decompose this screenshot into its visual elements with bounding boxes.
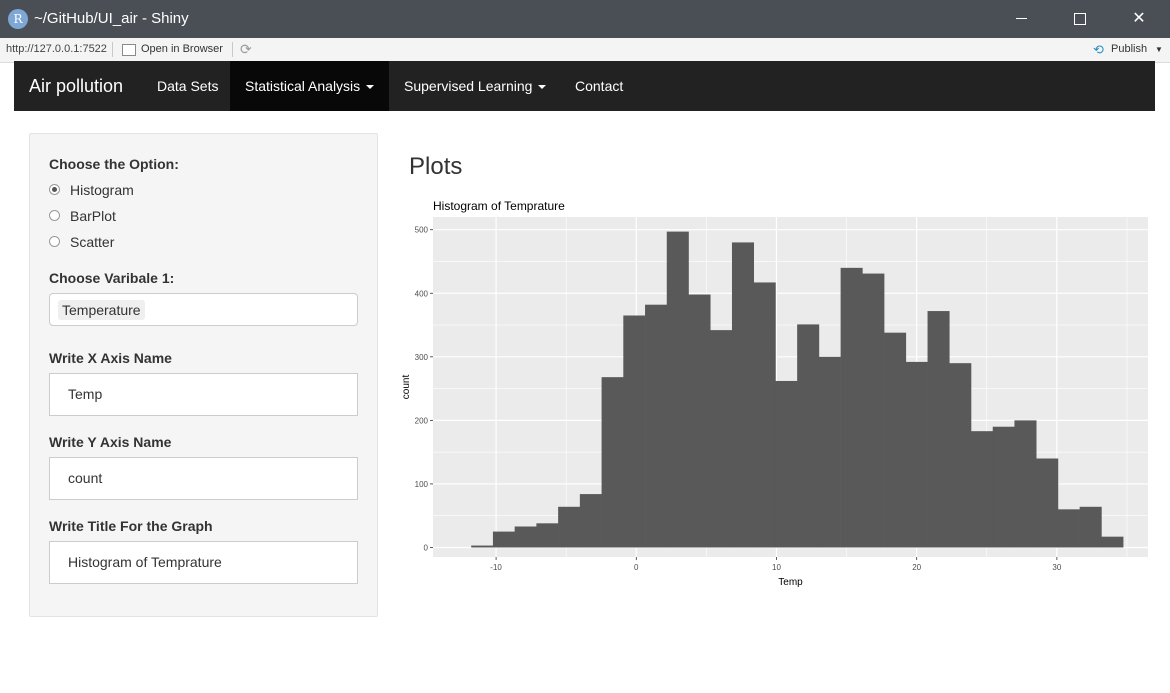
url-display: http://127.0.0.1:7522 (6, 43, 107, 55)
histogram-bar (1079, 506, 1102, 548)
nav-label: Statistical Analysis (245, 78, 361, 94)
histogram-bar (514, 526, 537, 548)
navbar: Air pollution Data Sets Statistical Anal… (14, 61, 1155, 111)
xaxis-name-input[interactable]: Temp (49, 373, 358, 416)
radio-label: Histogram (70, 182, 134, 198)
xaxis-label: Write X Axis Name (49, 350, 172, 366)
chart-x-axis-label: Temp (778, 577, 803, 588)
variable-label: Choose Varibale 1: (49, 270, 175, 286)
y-tick-label: 500 (415, 226, 429, 235)
nav-label: Data Sets (157, 78, 219, 94)
toolbar-divider (112, 42, 113, 57)
chart-title: Histogram of Temprature (433, 199, 565, 213)
histogram-bar (1014, 420, 1037, 548)
y-tick-label: 400 (415, 289, 429, 298)
histogram-bar (797, 324, 820, 548)
x-tick-label: -10 (490, 563, 502, 572)
dropdown-caret-icon (366, 85, 375, 90)
plots-heading: Plots (409, 153, 463, 180)
y-tick-label: 100 (415, 480, 429, 489)
y-tick-label: 0 (424, 543, 429, 552)
minimize-icon (1016, 18, 1027, 19)
histogram-bar (688, 294, 711, 548)
navbar-brand[interactable]: Air pollution (29, 76, 123, 97)
radio-checked-icon[interactable] (49, 184, 60, 195)
maximize-button[interactable] (1051, 0, 1109, 38)
histogram-bar (710, 330, 733, 548)
chart-y-axis-label: count (401, 375, 412, 400)
histogram-bar (753, 282, 776, 548)
yaxis-name-input[interactable]: count (49, 457, 358, 500)
window-title: ~/GitHub/UI_air - Shiny (34, 10, 189, 27)
x-tick-label: 20 (912, 563, 921, 572)
graph-title-input[interactable]: Histogram of Temprature (49, 541, 358, 584)
histogram-bar (666, 231, 689, 548)
browser-icon (122, 44, 136, 56)
close-icon: ✕ (1132, 10, 1146, 27)
open-in-browser-button[interactable]: Open in Browser (141, 43, 223, 55)
option-label: Choose the Option: (49, 156, 179, 172)
histogram-bar (775, 380, 798, 548)
x-tick-label: 10 (772, 563, 781, 572)
radio-label: Scatter (70, 234, 115, 250)
radio-unchecked-icon[interactable] (49, 210, 60, 221)
minimize-button[interactable] (993, 0, 1051, 38)
histogram-bar (731, 242, 754, 548)
yaxis-label: Write Y Axis Name (49, 434, 172, 450)
histogram-bar (927, 311, 950, 548)
publish-icon: ⟲ (1093, 42, 1104, 57)
x-tick-label: 30 (1052, 563, 1061, 572)
dropdown-caret-icon (538, 85, 547, 90)
histogram-bar (536, 523, 559, 548)
publish-dropdown-icon[interactable]: ▼ (1155, 45, 1163, 54)
histogram-bar (492, 531, 515, 548)
histogram-bar (601, 377, 624, 548)
nav-label: Contact (575, 78, 624, 94)
nav-statistical-analysis[interactable]: Statistical Analysis (230, 61, 390, 111)
radio-unchecked-icon[interactable] (49, 236, 60, 247)
window-title-bar: R ~/GitHub/UI_air - Shiny ✕ (0, 0, 1170, 38)
histogram-bar (884, 332, 907, 548)
nav-supervised-learning[interactable]: Supervised Learning (389, 61, 561, 111)
close-button[interactable]: ✕ (1110, 0, 1168, 38)
histogram-bar (1036, 458, 1059, 548)
histogram-bar (1101, 536, 1124, 548)
r-app-icon: R (8, 9, 28, 29)
x-tick-label: 0 (634, 563, 639, 572)
publish-button[interactable]: Publish (1111, 43, 1147, 55)
maximize-icon (1074, 13, 1086, 25)
histogram-bar (623, 315, 646, 548)
refresh-icon[interactable]: ⟳ (240, 41, 252, 58)
histogram-bar (971, 431, 994, 548)
nav-data-sets[interactable]: Data Sets (142, 61, 233, 111)
y-tick-label: 300 (415, 353, 429, 362)
nav-label: Supervised Learning (404, 78, 533, 94)
histogram-bar (645, 304, 668, 548)
viewer-toolbar: http://127.0.0.1:7522 Open in Browser ⟳ … (0, 38, 1170, 63)
histogram-bar (818, 356, 841, 548)
histogram-bar (579, 494, 602, 548)
histogram-bar (840, 267, 863, 548)
histogram-bar (1057, 509, 1080, 548)
histogram-bar (471, 545, 494, 548)
radio-label: BarPlot (70, 208, 116, 224)
title-label: Write Title For the Graph (49, 518, 213, 534)
selected-variable-chip[interactable]: Temperature (58, 300, 145, 320)
toolbar-divider (232, 42, 233, 57)
nav-contact[interactable]: Contact (560, 61, 638, 111)
histogram-chart: Histogram of Temprature 0100200300400500… (401, 199, 1148, 588)
sidebar-panel: Choose the Option: Histogram BarPlot Sca… (29, 133, 378, 617)
histogram-bar (992, 426, 1015, 548)
y-tick-label: 200 (415, 416, 429, 425)
histogram-bar (949, 363, 972, 548)
histogram-bar (862, 273, 885, 548)
histogram-bar (905, 361, 928, 548)
variable-select[interactable]: Temperature (49, 293, 358, 326)
histogram-bar (558, 506, 581, 548)
